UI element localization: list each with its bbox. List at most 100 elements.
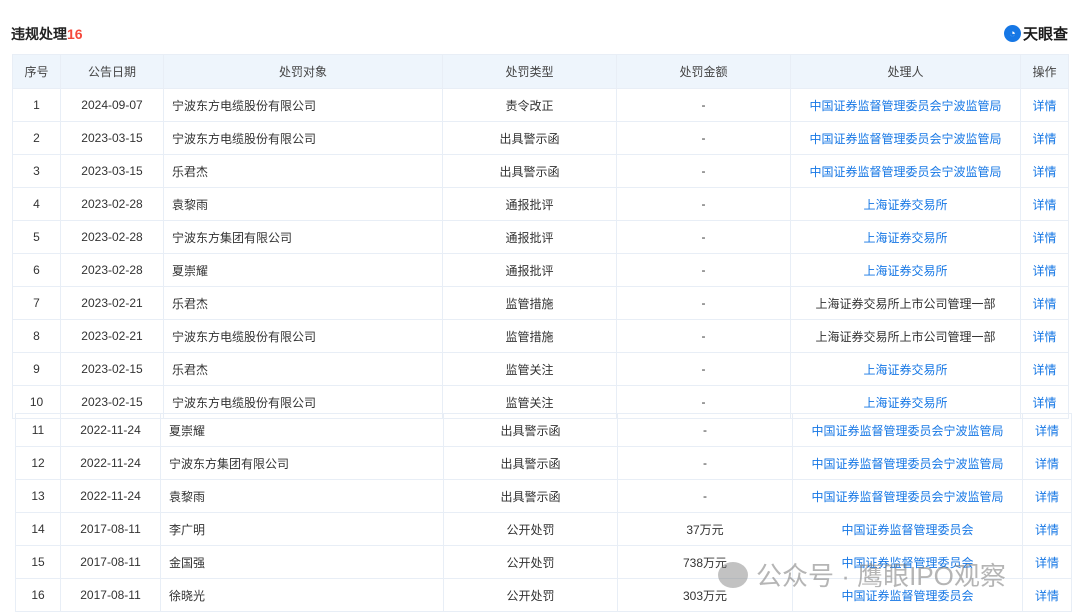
tianyancha-logo: ◔ 天眼查: [1003, 23, 1068, 44]
table-row: 3 2023-03-15 乐君杰 出具警示函 - 中国证券监督管理委员会宁波监管局 详情: [12, 154, 1069, 188]
row-no: 11: [15, 413, 61, 447]
row-handler[interactable]: 中国证券监督管理委员会宁波监管局: [792, 413, 1023, 447]
table-row: 16 2017-08-11 徐晓光 公开处罚 303万元 中国证券监督管理委员会 详情: [15, 578, 1072, 612]
row-target: 袁黎雨: [160, 479, 444, 513]
row-amount: 738万元: [617, 545, 793, 579]
row-amount: 303万元: [617, 578, 793, 612]
row-amount: -: [616, 253, 791, 287]
row-date: 2022-11-24: [60, 413, 161, 447]
row-handler[interactable]: 中国证券监督管理委员会: [792, 545, 1023, 579]
table-row: 14 2017-08-11 李广明 公开处罚 37万元 中国证券监督管理委员会 详情: [15, 512, 1072, 546]
row-target: 宁波东方电缆股份有限公司: [163, 88, 443, 122]
table-row: 5 2023-02-28 宁波东方集团有限公司 通报批评 - 上海证券交易所 详情: [12, 220, 1069, 254]
row-date: 2023-02-28: [60, 220, 164, 254]
row-target: 乐君杰: [163, 352, 443, 386]
details-link[interactable]: 详情: [1020, 154, 1069, 188]
row-handler[interactable]: 中国证券监督管理委员会宁波监管局: [792, 479, 1023, 513]
details-link[interactable]: 详情: [1020, 319, 1069, 353]
row-handler[interactable]: 中国证券监督管理委员会: [792, 578, 1023, 612]
table-row: 11 2022-11-24 夏崇耀 出具警示函 - 中国证券监督管理委员会宁波监管局 详情: [15, 413, 1072, 447]
details-link[interactable]: 详情: [1022, 578, 1072, 612]
row-no: 5: [12, 220, 61, 254]
row-target: 乐君杰: [163, 286, 443, 320]
table-header: 序号 公告日期 处罚对象 处罚类型 处罚金额 处理人 操作: [12, 54, 1069, 89]
row-amount: -: [617, 413, 793, 447]
details-link[interactable]: 详情: [1022, 413, 1072, 447]
header-type: 处罚类型: [442, 54, 617, 89]
row-type: 监管措施: [442, 286, 617, 320]
row-type: 监管措施: [442, 319, 617, 353]
row-target: 夏崇耀: [163, 253, 443, 287]
penalty-table: 序号 公告日期 处罚对象 处罚类型 处罚金额 处理人 操作 1 2024-09-07 宁波东方电…: [12, 54, 1069, 419]
row-no: 4: [12, 187, 61, 221]
details-link[interactable]: 详情: [1022, 512, 1072, 546]
row-target: 夏崇耀: [160, 413, 444, 447]
row-date: 2023-02-28: [60, 187, 164, 221]
row-no: 7: [12, 286, 61, 320]
header-date: 公告日期: [60, 54, 164, 89]
row-date: 2023-02-15: [60, 352, 164, 386]
row-target: 李广明: [160, 512, 444, 546]
header-no: 序号: [12, 54, 61, 89]
table-row: 1 2024-09-07 宁波东方电缆股份有限公司 责令改正 - 中国证券监督管理委员会宁…: [12, 88, 1069, 122]
table-row: 12 2022-11-24 宁波东方集团有限公司 出具警示函 - 中国证券监督管理委员会宁…: [15, 446, 1072, 480]
row-no: 2: [12, 121, 61, 155]
row-amount: -: [616, 88, 791, 122]
row-no: 3: [12, 154, 61, 188]
row-handler[interactable]: 中国证券监督管理委员会宁波监管局: [790, 154, 1021, 188]
logo-icon: ◔: [1003, 25, 1021, 42]
row-amount: -: [617, 479, 793, 513]
details-link[interactable]: 详情: [1022, 479, 1072, 513]
row-date: 2023-02-21: [60, 319, 164, 353]
row-no: 14: [15, 512, 61, 546]
row-type: 出具警示函: [443, 413, 618, 447]
row-date: 2023-03-15: [60, 121, 164, 155]
row-handler[interactable]: 中国证券监督管理委员会宁波监管局: [792, 446, 1023, 480]
row-type: 通报批评: [442, 253, 617, 287]
row-handler[interactable]: 中国证券监督管理委员会: [792, 512, 1023, 546]
row-target: 宁波东方电缆股份有限公司: [163, 319, 443, 353]
row-handler[interactable]: 上海证券交易所: [790, 352, 1021, 386]
row-date: 2023-02-21: [60, 286, 164, 320]
row-amount: -: [616, 121, 791, 155]
row-handler[interactable]: 上海证券交易所: [790, 187, 1021, 221]
row-handler: 上海证券交易所上市公司管理一部: [790, 286, 1021, 320]
row-handler[interactable]: 中国证券监督管理委员会宁波监管局: [790, 121, 1021, 155]
title-text: 违规处理: [11, 26, 67, 42]
row-target: 宁波东方集团有限公司: [163, 220, 443, 254]
row-handler[interactable]: 上海证券交易所: [790, 253, 1021, 287]
details-link[interactable]: 详情: [1020, 220, 1069, 254]
row-target: 乐君杰: [163, 154, 443, 188]
details-link[interactable]: 详情: [1020, 121, 1069, 155]
header-action: 操作: [1020, 54, 1069, 89]
penalty-table-continued: 11 2022-11-24 夏崇耀 出具警示函 - 中国证券监督管理委员会宁波监管局 详情 1…: [15, 413, 1072, 612]
header-amount: 处罚金额: [616, 54, 791, 89]
row-target: 袁黎雨: [163, 187, 443, 221]
row-no: 15: [15, 545, 61, 579]
record-count: 16: [67, 26, 83, 42]
row-no: 6: [12, 253, 61, 287]
row-no: 13: [15, 479, 61, 513]
row-amount: -: [616, 154, 791, 188]
row-amount: -: [616, 220, 791, 254]
details-link[interactable]: 详情: [1020, 352, 1069, 386]
row-handler[interactable]: 中国证券监督管理委员会宁波监管局: [790, 88, 1021, 122]
table-row: 9 2023-02-15 乐君杰 监管关注 - 上海证券交易所 详情: [12, 352, 1069, 386]
row-date: 2022-11-24: [60, 446, 161, 480]
row-date: 2024-09-07: [60, 88, 164, 122]
row-handler[interactable]: 上海证券交易所: [790, 220, 1021, 254]
details-link[interactable]: 详情: [1020, 286, 1069, 320]
row-date: 2017-08-11: [60, 512, 161, 546]
header-target: 处罚对象: [163, 54, 443, 89]
row-type: 通报批评: [442, 187, 617, 221]
row-target: 宁波东方电缆股份有限公司: [163, 121, 443, 155]
details-link[interactable]: 详情: [1020, 88, 1069, 122]
row-type: 责令改正: [442, 88, 617, 122]
details-link[interactable]: 详情: [1020, 253, 1069, 287]
details-link[interactable]: 详情: [1020, 187, 1069, 221]
row-type: 公开处罚: [443, 578, 618, 612]
details-link[interactable]: 详情: [1022, 545, 1072, 579]
row-amount: -: [616, 286, 791, 320]
row-type: 出具警示函: [442, 154, 617, 188]
details-link[interactable]: 详情: [1022, 446, 1072, 480]
